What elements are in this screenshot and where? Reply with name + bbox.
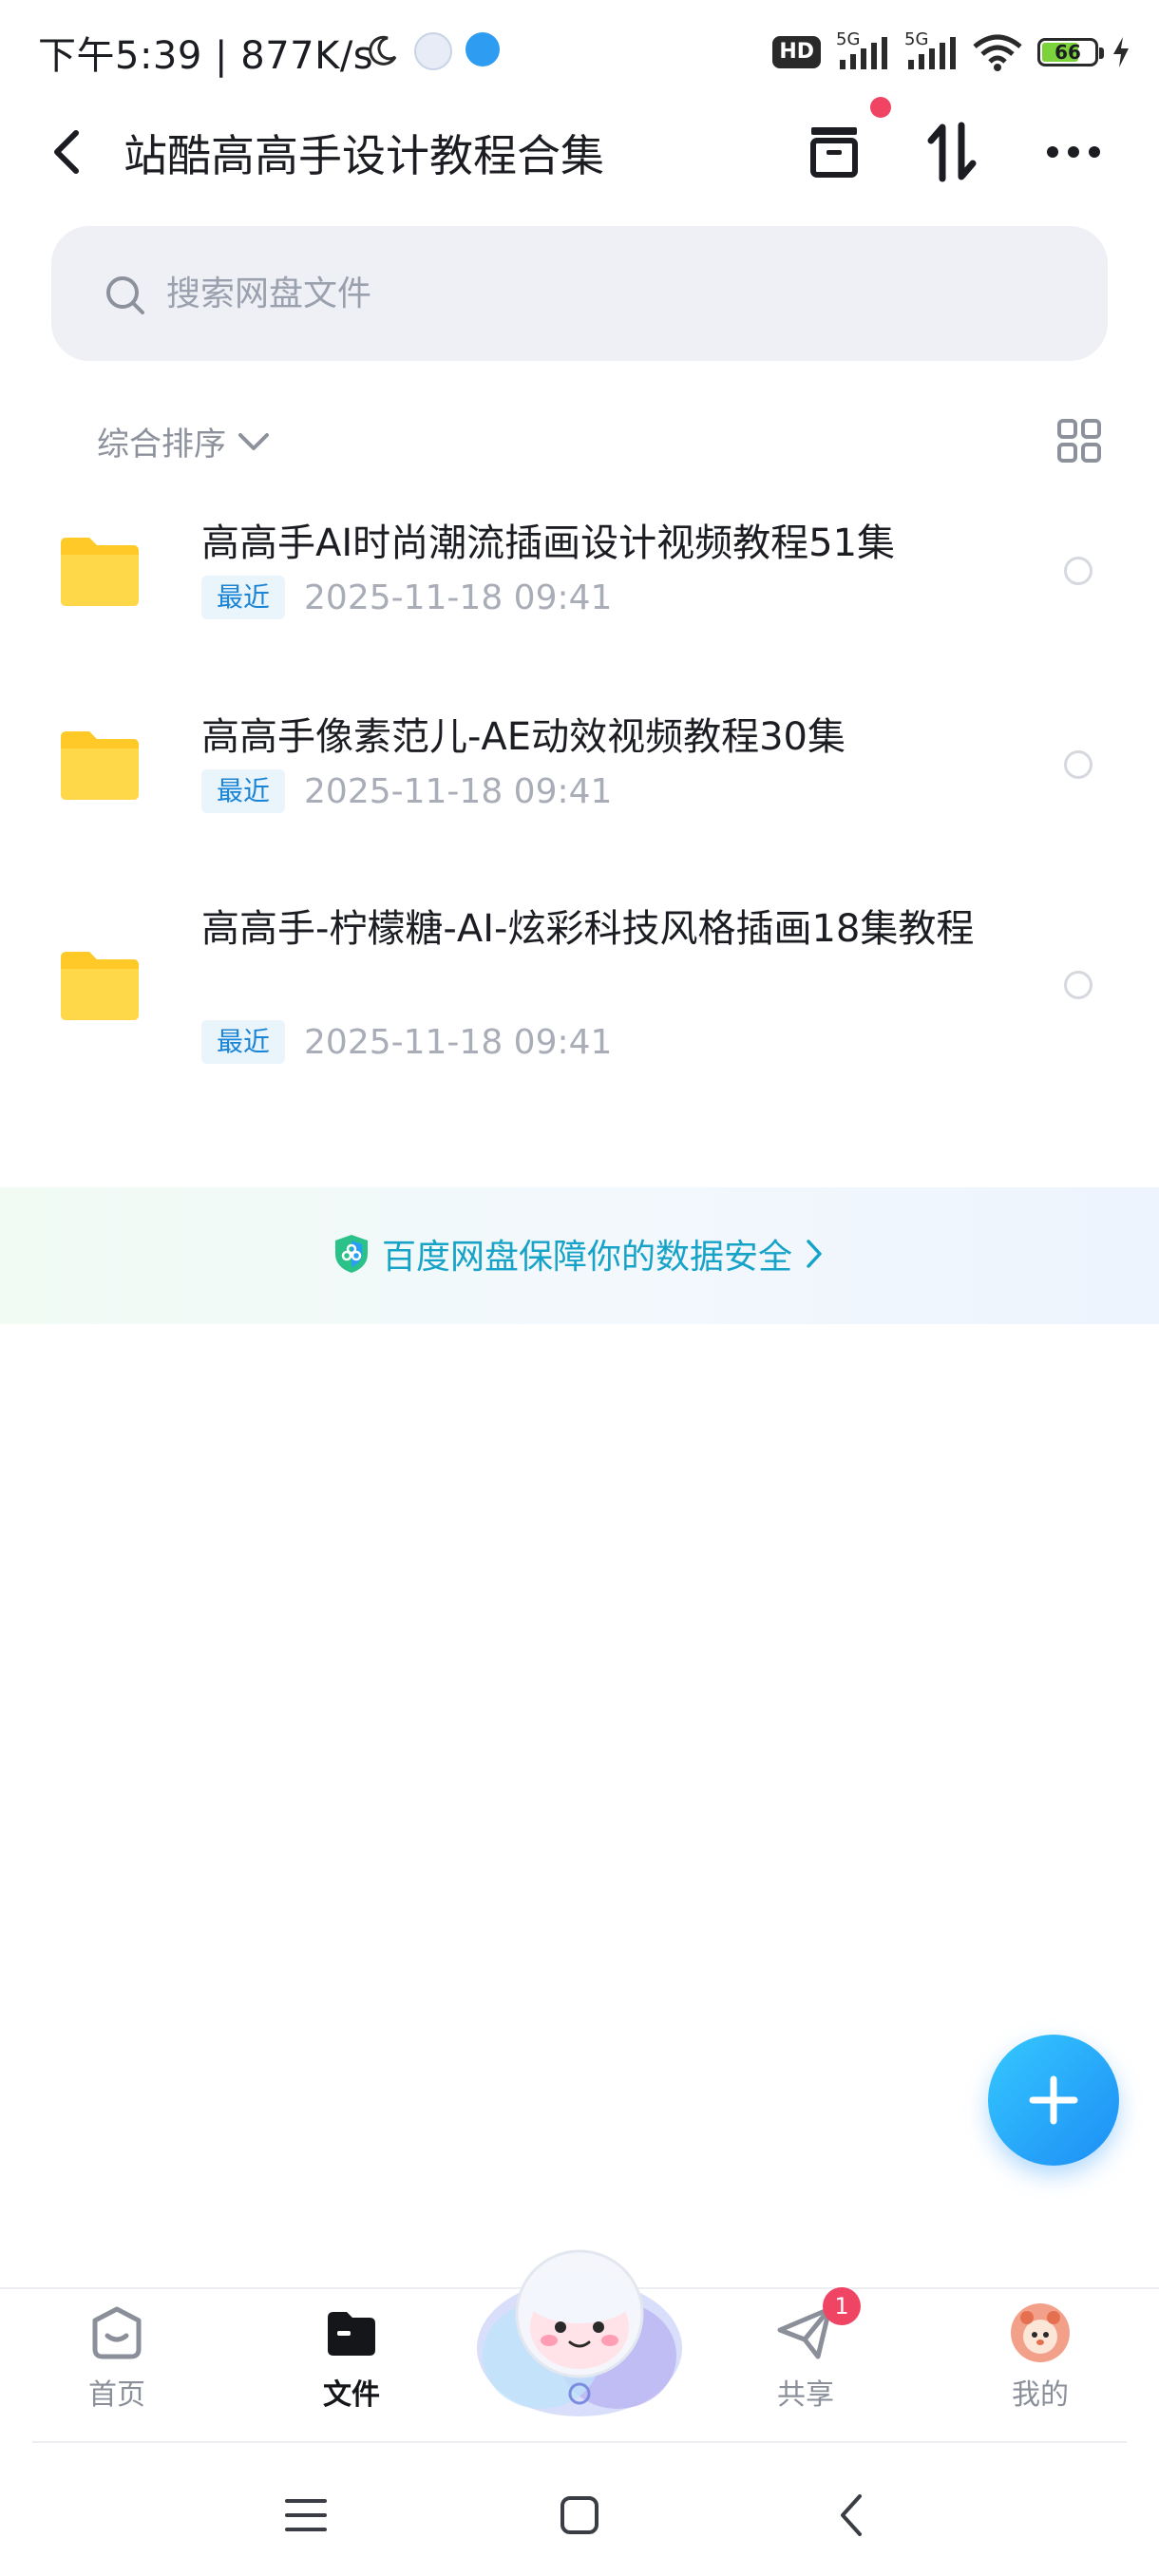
banner-text: 百度网盘保障你的数据安全 [382, 1238, 793, 1277]
hd-badge: HD [772, 36, 821, 68]
sort-label: 综合排序 [97, 426, 226, 464]
search-icon [106, 276, 144, 314]
status-time: 下午5:39 | 877K/s [38, 34, 374, 78]
plus-icon [1029, 2075, 1078, 2125]
share-badge: 1 [823, 2287, 861, 2325]
tab-profile[interactable]: 我的 [964, 2297, 1116, 2420]
file-name: 高高手AI时尚潮流插画设计视频教程51集 [201, 521, 896, 565]
sort-dropdown[interactable]: 综合排序 [97, 418, 270, 464]
files-icon [328, 2312, 375, 2356]
battery-icon: 66 [1037, 38, 1104, 66]
system-home-button[interactable] [551, 2487, 608, 2544]
signal-icon-2: 5G [902, 29, 958, 73]
file-meta: 最近 2025-11-18 09:41 [201, 1020, 612, 1064]
tab-home[interactable]: 首页 [41, 2297, 193, 2420]
system-menu-button[interactable] [277, 2487, 334, 2544]
network-speed: 877K/s [240, 34, 374, 78]
grid-view-icon[interactable] [1056, 418, 1102, 464]
select-radio[interactable] [1064, 750, 1092, 779]
tab-label: 我的 [1012, 2378, 1069, 2412]
file-meta: 最近 2025-11-18 09:41 [201, 576, 612, 619]
more-icon [1047, 146, 1100, 158]
security-banner[interactable]: 百度网盘保障你的数据安全 [0, 1187, 1159, 1324]
chevron-right-icon [807, 1240, 822, 1268]
file-name: 高高手像素范儿-AE动效视频教程30集 [201, 715, 846, 759]
folder-icon [61, 538, 139, 606]
wifi-icon [973, 34, 1022, 71]
sort-order-button[interactable] [914, 114, 990, 190]
file-meta: 最近 2025-11-18 09:41 [201, 769, 612, 813]
menu-icon [285, 2499, 327, 2531]
select-radio[interactable] [1064, 971, 1092, 999]
back-triangle-icon [841, 2494, 862, 2536]
tab-share[interactable]: 共享 [730, 2297, 882, 2420]
chevron-down-icon [238, 432, 269, 450]
file-row[interactable]: 高高手像素范儿-AE动效视频教程30集 最近 2025-11-18 09:41 [0, 688, 1159, 840]
recent-tag: 最近 [201, 1020, 286, 1064]
recent-tag: 最近 [201, 769, 286, 813]
folder-icon [61, 731, 139, 800]
home-icon [92, 2306, 142, 2359]
more-button[interactable] [1036, 114, 1112, 190]
page-title: 站酷高高手设计教程合集 [124, 130, 604, 181]
select-radio[interactable] [1064, 557, 1092, 585]
archive-icon [810, 127, 858, 178]
file-date: 2025-11-18 09:41 [304, 771, 613, 811]
moon-icon [369, 35, 397, 66]
tab-label: 首页 [88, 2378, 145, 2412]
archive-button[interactable] [796, 114, 872, 190]
back-icon[interactable] [48, 125, 86, 179]
status-right: HD 5G 5G 66 [772, 28, 1130, 76]
recent-tag: 最近 [201, 576, 286, 619]
file-date: 2025-11-18 09:41 [304, 578, 613, 617]
clock-text: 下午5:39 [38, 34, 202, 78]
tab-label: 共享 [777, 2378, 834, 2412]
sort-updown-icon [927, 122, 977, 182]
file-name: 高高手-柠檬糖-AI-炫彩科技风格插画18集教程 [201, 907, 975, 951]
signal-icon: 5G [834, 29, 889, 73]
avatar [1011, 2303, 1070, 2362]
app-notification-icon [414, 32, 452, 70]
file-row[interactable]: 高高手-柠檬糖-AI-炫彩科技风格插画18集教程 最近 2025-11-18 0… [0, 881, 1159, 1090]
file-date: 2025-11-18 09:41 [304, 1022, 613, 1062]
notification-dot [870, 97, 891, 118]
add-button[interactable] [988, 2035, 1119, 2166]
folder-icon [61, 952, 139, 1020]
tab-files[interactable]: 文件 [276, 2297, 428, 2420]
system-back-button[interactable] [823, 2487, 880, 2544]
tab-label: 文件 [323, 2378, 380, 2412]
charging-icon [1113, 37, 1129, 67]
baidu-notification-icon [466, 32, 500, 66]
file-row[interactable]: 高高手AI时尚潮流插画设计视频教程51集 最近 2025-11-18 09:41 [0, 494, 1159, 646]
square-icon [560, 2496, 598, 2534]
shield-icon [335, 1235, 368, 1273]
assistant-mascot-icon[interactable] [475, 2232, 684, 2422]
search-input[interactable] [166, 264, 1021, 323]
system-nav-divider [32, 2441, 1127, 2443]
